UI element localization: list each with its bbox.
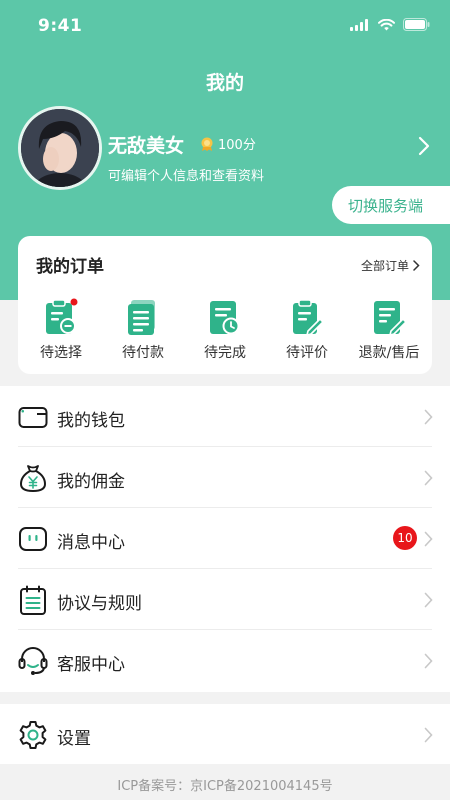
order-label: 待完成	[204, 345, 246, 361]
settings-icon	[19, 721, 47, 749]
menu-label: 协议与规则	[57, 594, 142, 614]
order-label: 退款/售后	[358, 345, 420, 361]
commission-icon	[19, 465, 47, 493]
menu-item-customer-service[interactable]: 客服中心	[0, 630, 450, 691]
profile-name[interactable]: 无敌美女	[108, 131, 184, 158]
menu-item-wallet[interactable]: 我的钱包	[0, 386, 450, 447]
chevron-right-icon	[413, 260, 420, 271]
order-pending-payment[interactable]: 待付款	[102, 298, 184, 362]
chevron-right-icon	[424, 653, 433, 669]
settings-card: 设置	[0, 704, 450, 764]
chevron-right-icon	[424, 470, 433, 486]
order-pending-review[interactable]: 待评价	[266, 298, 348, 362]
agreement-icon	[20, 585, 46, 615]
avatar[interactable]	[18, 106, 102, 190]
menu-item-messages[interactable]: 消息中心 10	[0, 508, 450, 569]
page-title: 我的	[205, 72, 244, 94]
avatar-image	[21, 109, 99, 187]
orders-card: 我的订单 全部订单 待选择 待付款 待完成 待评价 退款/售后	[18, 236, 432, 374]
order-pending-select[interactable]: 待选择	[20, 298, 102, 362]
switch-service-button[interactable]: 切换服务端	[332, 186, 450, 224]
menu-list: 我的钱包 我的佣金 消息中心 10 协议与规则 客服中心	[0, 386, 450, 692]
all-orders-label: 全部订单	[360, 259, 409, 273]
signal-icon	[350, 18, 368, 31]
customer-service-icon	[18, 647, 48, 675]
pending-complete-icon	[210, 301, 240, 335]
menu-item-agreement[interactable]: 协议与规则	[0, 569, 450, 630]
order-refund[interactable]: 退款/售后	[348, 298, 430, 362]
profile-subtitle: 可编辑个人信息和查看资料	[108, 169, 265, 184]
chevron-right-icon	[424, 409, 433, 425]
unread-badge: 10	[393, 526, 417, 550]
pending-select-icon	[46, 298, 78, 334]
order-label: 待评价	[286, 345, 328, 361]
menu-label: 消息中心	[57, 533, 125, 553]
chevron-right-icon	[424, 592, 433, 608]
menu-item-commission[interactable]: 我的佣金	[0, 447, 450, 508]
medal-icon	[201, 137, 213, 151]
status-bar: 9:41	[0, 0, 450, 52]
wifi-icon	[378, 18, 395, 30]
chevron-right-icon	[424, 531, 433, 547]
refund-icon	[374, 301, 406, 336]
status-time: 9:41	[38, 16, 83, 36]
menu-label: 我的钱包	[57, 411, 125, 431]
icp-record: ICP备案号：京ICP备2021004145号	[117, 779, 333, 794]
battery-icon	[403, 18, 430, 31]
menu-label: 设置	[57, 729, 91, 749]
order-label: 待选择	[40, 345, 82, 361]
menu-label: 客服中心	[57, 655, 125, 675]
order-label: 待付款	[122, 345, 164, 361]
order-pending-complete[interactable]: 待完成	[184, 298, 266, 362]
all-orders-link[interactable]: 全部订单	[361, 257, 420, 274]
points-value: 100分	[218, 138, 256, 153]
menu-label: 我的佣金	[57, 472, 125, 492]
chevron-right-icon[interactable]	[418, 136, 430, 156]
orders-title: 我的订单	[36, 257, 104, 277]
menu-item-settings[interactable]: 设置	[0, 704, 450, 765]
pending-payment-icon	[128, 300, 155, 335]
wallet-icon	[18, 407, 48, 428]
chevron-right-icon	[424, 727, 433, 743]
message-icon	[19, 527, 47, 551]
pending-review-icon	[293, 299, 324, 336]
points-badge: 100分	[199, 134, 256, 153]
